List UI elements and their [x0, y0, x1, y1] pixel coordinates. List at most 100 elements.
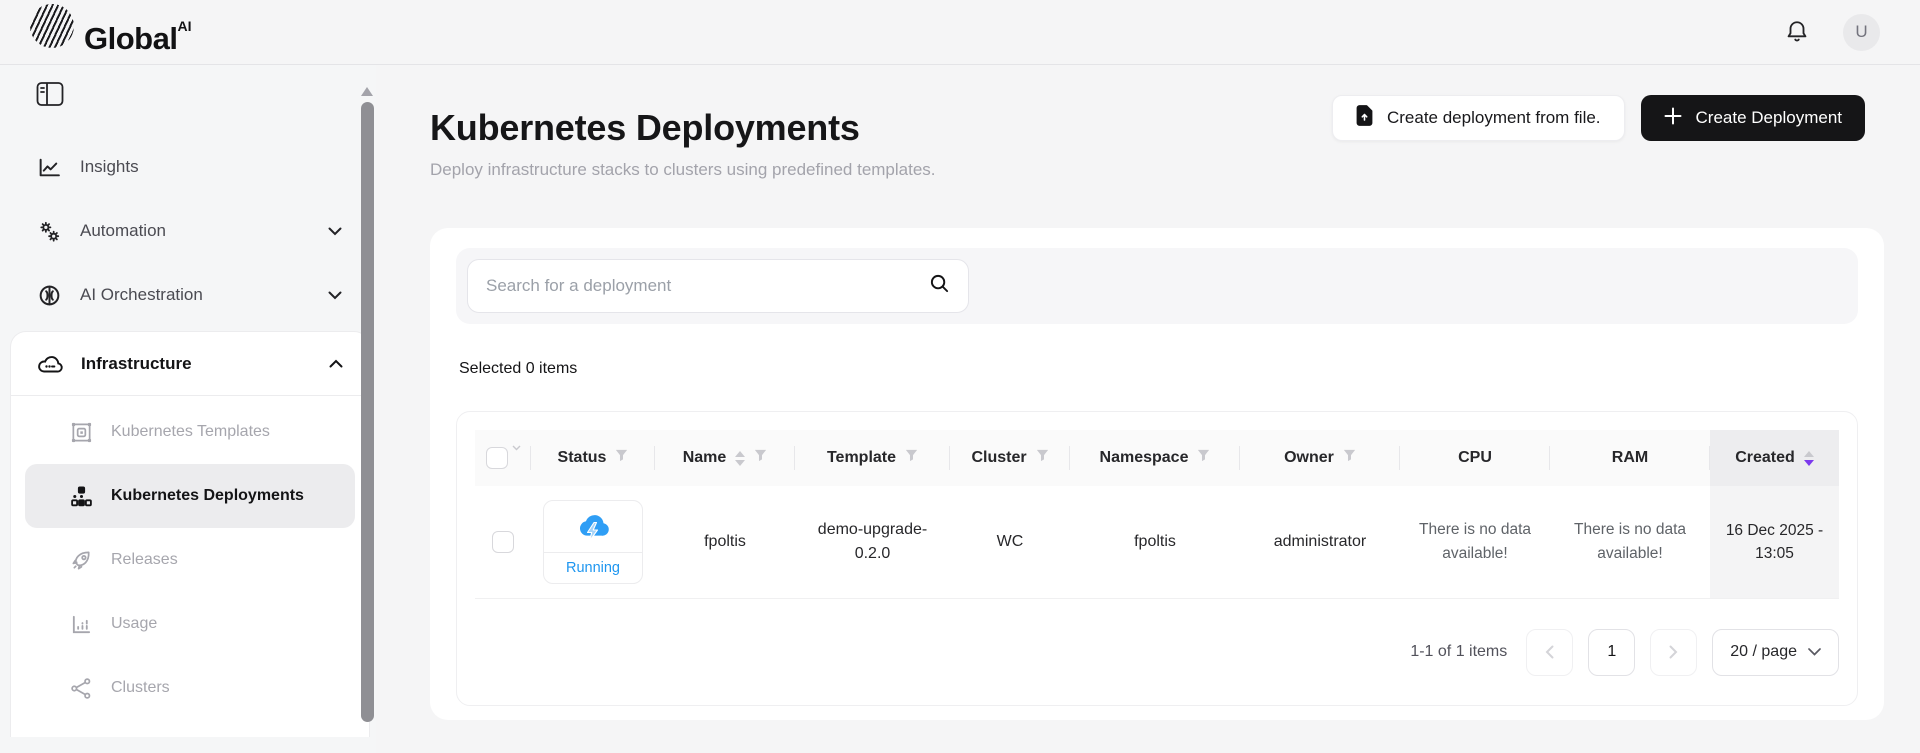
sidebar-item-releases[interactable]: Releases [25, 528, 355, 592]
column-header-cluster[interactable]: Cluster [950, 430, 1070, 486]
row-cluster-cell: WC [950, 486, 1070, 598]
sidebar-item-kubernetes-templates[interactable]: Kubernetes Templates [25, 400, 355, 464]
file-upload-icon [1356, 105, 1373, 131]
column-header-owner[interactable]: Owner [1240, 430, 1400, 486]
column-header-cpu[interactable]: CPU [1400, 430, 1550, 486]
chevron-down-icon [328, 227, 342, 236]
sidebar-item-label: Releases [111, 551, 178, 569]
sidebar-item-label: Kubernetes Deployments [111, 487, 304, 505]
filter-icon[interactable] [1197, 449, 1210, 467]
select-all-checkbox[interactable] [486, 447, 508, 469]
sidebar-item-kubernetes-deployments[interactable]: Kubernetes Deployments [25, 464, 355, 528]
deployments-card: Selected 0 items Status [430, 228, 1884, 720]
column-header-name[interactable]: Name [655, 430, 795, 486]
filter-icon[interactable] [905, 449, 918, 467]
filter-icon[interactable] [1036, 449, 1049, 467]
sidebar-item-clusters[interactable]: Clusters [25, 656, 355, 720]
rocket-icon [69, 549, 93, 572]
search-input[interactable] [486, 276, 929, 296]
sidebar-item-label: Infrastructure [81, 354, 192, 374]
sort-icon[interactable] [735, 451, 745, 466]
sidebar-item-label: Clusters [111, 679, 170, 697]
user-avatar[interactable]: U [1843, 14, 1880, 51]
row-ram-cell: There is no data available! [1550, 486, 1710, 598]
button-label: Create Deployment [1696, 108, 1842, 128]
filter-icon[interactable] [1343, 449, 1356, 467]
select-all-cell [475, 430, 531, 486]
sidebar-item-usage[interactable]: Usage [25, 592, 355, 656]
row-template-cell: demo-upgrade-0.2.0 [795, 486, 950, 598]
filter-icon[interactable] [615, 449, 628, 467]
row-created-cell: 16 Dec 2025 - 13:05 [1710, 486, 1839, 598]
column-header-ram[interactable]: RAM [1550, 430, 1710, 486]
cloud-bolt-icon [544, 501, 642, 553]
previous-page-button[interactable] [1526, 629, 1573, 676]
table-header-row: Status Name Template [475, 430, 1839, 486]
template-icon [69, 421, 93, 444]
selected-items-summary: Selected 0 items [459, 360, 1858, 378]
search-icon[interactable] [929, 273, 950, 299]
plus-icon [1664, 107, 1682, 130]
sidebar-item-label: Usage [111, 615, 157, 633]
column-header-status[interactable]: Status [531, 430, 655, 486]
chevron-up-icon [329, 359, 343, 368]
brand-logo: GlobalAI [30, 3, 191, 62]
page-size-value: 20 / page [1730, 643, 1797, 661]
column-header-namespace[interactable]: Namespace [1070, 430, 1240, 486]
sort-icon-active[interactable] [1804, 451, 1814, 466]
sidebar-item-label: Kubernetes Templates [111, 423, 270, 441]
table-row: Running fpoltis demo-upgrade-0.2.0 WC fp… [475, 486, 1839, 599]
page-title: Kubernetes Deployments [430, 107, 936, 149]
column-header-created[interactable]: Created [1710, 430, 1839, 486]
page-size-select[interactable]: 20 / page [1712, 629, 1839, 676]
sidebar-item-insights[interactable]: Insights [0, 135, 376, 199]
pagination-summary: 1-1 of 1 items [1410, 643, 1507, 661]
usage-chart-icon [69, 613, 93, 636]
sitemap-icon [69, 485, 93, 508]
sidebar-collapse-icon[interactable] [36, 81, 64, 107]
brand-superscript: AI [177, 18, 191, 34]
sidebar-group-infrastructure: Infrastructure [10, 331, 370, 737]
gears-icon [36, 219, 62, 244]
main-content: Kubernetes Deployments Deploy infrastruc… [376, 65, 1920, 753]
avatar-initial: U [1855, 22, 1867, 42]
create-deployment-from-file-button[interactable]: Create deployment from file. [1332, 95, 1625, 141]
status-label: Running [544, 553, 642, 583]
brand-logo-icon [30, 4, 74, 48]
scrollbar-up-arrow[interactable] [361, 87, 373, 96]
row-name-cell: fpoltis [655, 486, 795, 598]
sidebar-item-ai-orchestration[interactable]: AI Orchestration [0, 263, 376, 327]
row-namespace-cell: fpoltis [1070, 486, 1240, 598]
column-header-template[interactable]: Template [795, 430, 950, 486]
deployments-table: Status Name Template [456, 411, 1858, 706]
sidebar-item-label: AI Orchestration [80, 285, 203, 305]
brain-icon [36, 283, 62, 308]
sidebar-scrollbar[interactable] [361, 102, 374, 722]
sidebar: Insights Automation [0, 65, 376, 753]
chart-line-icon [36, 155, 62, 180]
sidebar-item-label: Automation [80, 221, 166, 241]
sidebar-item-label: Insights [80, 157, 139, 177]
status-badge[interactable]: Running [543, 500, 643, 584]
chevron-down-icon [1808, 643, 1821, 661]
row-select-cell [475, 486, 531, 598]
selection-dropdown-icon[interactable] [512, 445, 521, 451]
infrastructure-sub-list: Kubernetes Templates [11, 396, 369, 720]
brand-name: GlobalAI [84, 3, 191, 62]
network-icon [69, 677, 93, 700]
search-box[interactable] [467, 259, 969, 313]
filter-icon[interactable] [754, 449, 767, 467]
sidebar-nav: Insights Automation [0, 135, 376, 737]
sidebar-item-automation[interactable]: Automation [0, 199, 376, 263]
sidebar-item-infrastructure[interactable]: Infrastructure [11, 332, 369, 396]
row-checkbox[interactable] [492, 531, 514, 553]
create-deployment-button[interactable]: Create Deployment [1641, 95, 1865, 141]
notifications-bell-icon[interactable] [1781, 16, 1813, 48]
search-band [456, 248, 1858, 324]
cloud-icon [37, 353, 63, 375]
row-status-cell: Running [531, 486, 655, 598]
pagination: 1-1 of 1 items 1 20 / page [475, 599, 1839, 705]
next-page-button[interactable] [1650, 629, 1697, 676]
page-subtitle: Deploy infrastructure stacks to clusters… [430, 160, 936, 180]
page-number-button[interactable]: 1 [1588, 629, 1635, 676]
